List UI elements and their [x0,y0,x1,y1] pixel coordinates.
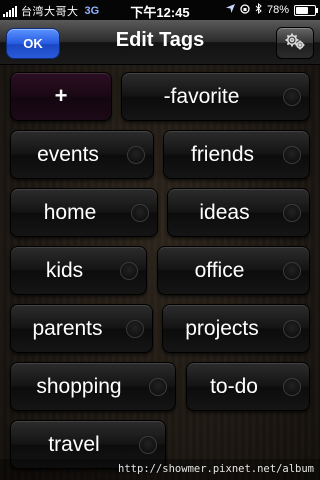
bluetooth-icon [255,2,262,17]
tag-label: -favorite [163,85,240,108]
tag-ideas[interactable]: ideas [167,188,310,237]
tag-toggle-icon[interactable] [126,320,144,338]
tag-label: projects [185,317,259,340]
tag-toggle-icon[interactable] [283,262,301,280]
location-icon [225,4,235,16]
navigation-bar: OK Edit Tags [0,20,320,65]
tag-label: friends [190,143,255,166]
tag-toggle-icon[interactable] [283,378,301,396]
tag-label: parents [32,317,103,340]
gear-icon [284,31,306,56]
tag-label: kids [45,259,84,282]
tag-favorite[interactable]: -favorite [121,72,310,121]
add-tag-label: + [54,83,68,108]
status-right: 78% [225,2,318,17]
tags-grid: + -favorite events friends home ideas ki… [0,65,320,480]
tag-toggle-icon[interactable] [139,436,157,454]
tag-to-do[interactable]: to-do [186,362,310,411]
tag-toggle-icon[interactable] [283,204,301,222]
tag-toggle-icon[interactable] [283,146,301,164]
battery-percent: 78% [266,4,289,16]
tag-office[interactable]: office [157,246,310,295]
tag-shopping[interactable]: shopping [10,362,176,411]
tag-toggle-icon[interactable] [283,320,301,338]
tag-label: travel [48,433,100,456]
add-tag-button[interactable]: + [10,72,112,121]
tag-toggle-icon[interactable] [131,204,149,222]
tag-label: ideas [199,201,250,224]
tag-parents[interactable]: parents [10,304,153,353]
page-title: Edit Tags [115,29,205,51]
tag-kids[interactable]: kids [10,246,147,295]
tag-projects[interactable]: projects [162,304,310,353]
ok-button[interactable]: OK [6,28,60,59]
tag-friends[interactable]: friends [163,130,310,179]
tag-label: shopping [36,375,122,398]
watermark-url: http://showmer.pixnet.net/album [0,459,320,480]
tag-toggle-icon[interactable] [127,146,145,164]
tag-label: to-do [210,375,258,398]
lock-rotation-icon [240,3,250,17]
tag-home[interactable]: home [10,188,158,237]
tag-label: office [194,259,245,282]
tag-toggle-icon[interactable] [120,262,138,280]
status-bar: 台湾大哥大 3G 下午12:45 78% [0,0,320,20]
tag-toggle-icon[interactable] [283,88,301,106]
tag-label: events [37,143,99,166]
battery-icon [294,4,318,16]
settings-button[interactable] [276,27,314,59]
tag-label: home [43,201,97,224]
tag-toggle-icon[interactable] [149,378,167,396]
tag-events[interactable]: events [10,130,154,179]
